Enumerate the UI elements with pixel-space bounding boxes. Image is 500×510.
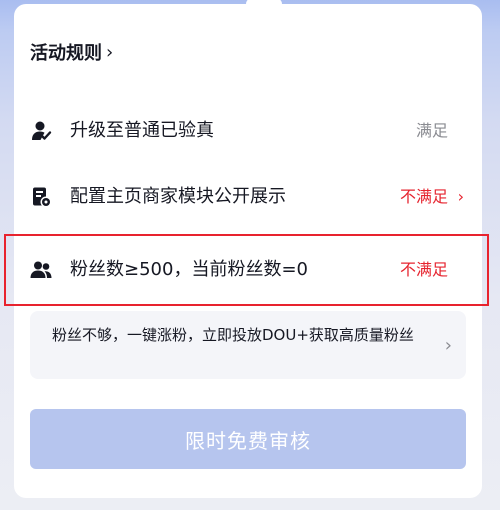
verified-user-icon: [32, 121, 52, 140]
chevron-right-icon: ›: [106, 41, 114, 63]
requirement-row-store-module[interactable]: 配置主页商家模块公开展示 不满足 ›: [14, 180, 482, 214]
activity-rules-label: 活动规则: [30, 43, 102, 64]
requirement-text: 升级至普通已验真: [70, 120, 214, 141]
requirement-row-fans: 粉丝数≥500，当前粉丝数=0 不满足: [14, 253, 482, 287]
chevron-right-icon: ›: [444, 335, 452, 356]
requirement-status-met: 满足: [415, 121, 448, 140]
card-notch: [246, 0, 282, 8]
dou-plus-promo-banner[interactable]: 粉丝不够，一键涨粉，立即投放DOU+获取高质量粉丝 ›: [30, 311, 466, 379]
promo-text: 粉丝不够，一键涨粉，立即投放DOU+获取高质量粉丝: [52, 326, 414, 344]
fans-icon: [30, 261, 52, 278]
requirement-text: 配置主页商家模块公开展示: [70, 186, 286, 207]
requirement-status-unmet: 不满足: [399, 260, 448, 279]
chevron-right-icon: ›: [457, 187, 464, 206]
activity-rules-link[interactable]: 活动规则 ›: [30, 38, 113, 66]
free-review-button[interactable]: 限时免费审核: [30, 409, 466, 469]
requirement-status-unmet: 不满足: [399, 187, 448, 206]
store-settings-icon: [33, 187, 52, 208]
requirement-text: 粉丝数≥500，当前粉丝数=0: [70, 259, 308, 280]
free-review-button-label: 限时免费审核: [185, 428, 311, 453]
activity-card: 活动规则 › 升级至普通已验真 满足 配置主页商家模块公开展示 不满足 › 粉丝…: [4, 0, 489, 498]
requirement-row-verified: 升级至普通已验真 满足: [14, 114, 482, 148]
